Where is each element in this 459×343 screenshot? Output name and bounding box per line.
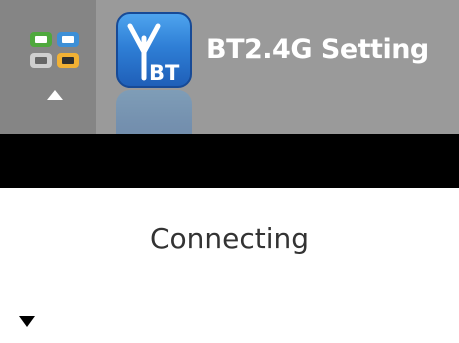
bt-icon-label: BT bbox=[149, 61, 180, 85]
connection-status: Connecting bbox=[149, 222, 310, 255]
bluetooth-antenna-icon: BT bbox=[116, 12, 192, 88]
input-source-icons bbox=[30, 32, 82, 68]
usb-drive-icon bbox=[30, 53, 52, 68]
page-title: BT2.4G Setting bbox=[206, 34, 429, 65]
bluetooth-icon-reflection bbox=[116, 90, 192, 134]
header-bar: BT BT2.4G Setting bbox=[0, 0, 459, 134]
vga-icon bbox=[57, 53, 79, 68]
hdmi-icon bbox=[57, 32, 79, 47]
display-icon bbox=[30, 32, 52, 47]
up-arrow-icon[interactable] bbox=[47, 90, 63, 100]
status-bar bbox=[0, 134, 459, 188]
input-menu-button[interactable] bbox=[0, 0, 96, 134]
down-arrow-icon[interactable] bbox=[19, 316, 35, 327]
bt-setting-screen: BT BT2.4G Setting Connecting bbox=[0, 0, 459, 343]
